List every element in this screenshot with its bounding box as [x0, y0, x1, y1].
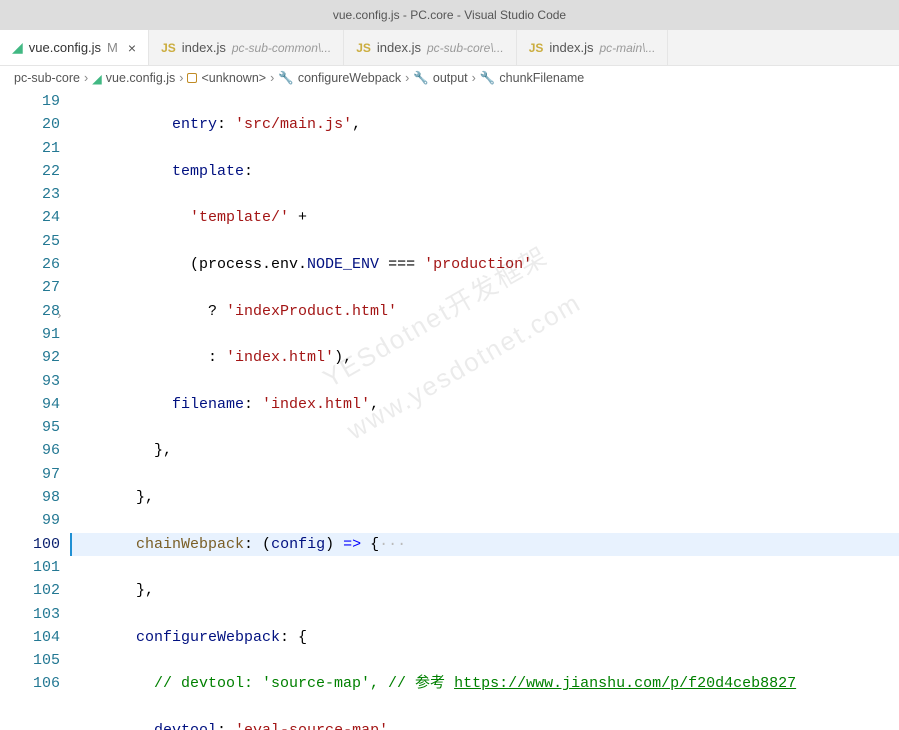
line-number: 104: [0, 626, 60, 649]
js-icon: JS: [529, 41, 544, 55]
line-number: 103: [0, 603, 60, 626]
code-line[interactable]: configureWebpack: {: [118, 626, 899, 649]
js-icon: JS: [161, 41, 176, 55]
line-number: 96: [0, 439, 60, 462]
chevron-right-icon: ›: [84, 71, 88, 85]
line-number: 28›: [0, 300, 60, 323]
code-line[interactable]: 'template/' +: [118, 206, 899, 229]
line-number: 23: [0, 183, 60, 206]
line-number: 102: [0, 579, 60, 602]
tab-path: pc-sub-common\...: [232, 41, 331, 55]
vue-icon: ◢: [12, 39, 23, 56]
breadcrumbs[interactable]: pc-sub-core › ◢ vue.config.js › <unknown…: [0, 66, 899, 90]
breadcrumb-symbol[interactable]: configureWebpack: [298, 71, 401, 85]
editor-tabs: ◢ vue.config.js M × JS index.js pc-sub-c…: [0, 30, 899, 66]
window-title: vue.config.js - PC.core - Visual Studio …: [333, 8, 566, 22]
code-line[interactable]: },: [118, 486, 899, 509]
chevron-right-icon: ›: [270, 71, 274, 85]
tab-label: index.js: [182, 40, 226, 55]
window-title-bar: vue.config.js - PC.core - Visual Studio …: [0, 0, 899, 30]
line-number-gutter: 19 20 21 22 23 24 25 26 27 28› 91 92 93 …: [0, 90, 72, 730]
line-number: 95: [0, 416, 60, 439]
line-number: 26: [0, 253, 60, 276]
line-number: 98: [0, 486, 60, 509]
line-number: 22: [0, 160, 60, 183]
tab-index-sub-common[interactable]: JS index.js pc-sub-common\...: [149, 30, 344, 65]
line-number: 94: [0, 393, 60, 416]
code-line[interactable]: : 'index.html'),: [118, 346, 899, 369]
breadcrumb-symbol[interactable]: chunkFilename: [499, 71, 584, 85]
line-number: 101: [0, 556, 60, 579]
tab-label: vue.config.js: [29, 40, 101, 55]
breadcrumb-file[interactable]: vue.config.js: [106, 71, 175, 85]
vue-icon: ◢: [92, 71, 102, 86]
code-line[interactable]: entry: 'src/main.js',: [118, 113, 899, 136]
code-line[interactable]: ? 'indexProduct.html': [118, 300, 899, 323]
code-line[interactable]: },: [118, 579, 899, 602]
tab-path: pc-sub-core\...: [427, 41, 504, 55]
line-number: 97: [0, 463, 60, 486]
code-line[interactable]: chainWebpack: (config) => {···: [72, 533, 899, 556]
line-number: 91: [0, 323, 60, 346]
line-number: 21: [0, 137, 60, 160]
line-number: 99: [0, 509, 60, 532]
chevron-right-icon: ›: [179, 71, 183, 85]
code-line[interactable]: },: [118, 439, 899, 462]
breadcrumb-symbol[interactable]: output: [433, 71, 468, 85]
line-number: 27: [0, 276, 60, 299]
code-line[interactable]: filename: 'index.html',: [118, 393, 899, 416]
close-icon[interactable]: ×: [128, 40, 136, 56]
tab-vue-config[interactable]: ◢ vue.config.js M ×: [0, 30, 149, 65]
chevron-right-icon[interactable]: ›: [56, 306, 63, 329]
line-number: 20: [0, 113, 60, 136]
tab-index-pc-main[interactable]: JS index.js pc-main\...: [517, 30, 669, 65]
code-line[interactable]: devtool: 'eval-source-map',: [118, 719, 899, 730]
code-line[interactable]: (process.env.NODE_ENV === 'production': [118, 253, 899, 276]
breadcrumb-symbol[interactable]: <unknown>: [201, 71, 266, 85]
tab-index-sub-core[interactable]: JS index.js pc-sub-core\...: [344, 30, 516, 65]
line-number: 25: [0, 230, 60, 253]
line-number: 19: [0, 90, 60, 113]
chevron-right-icon: ›: [472, 71, 476, 85]
wrench-icon: 🔧: [413, 71, 429, 86]
code-line[interactable]: // devtool: 'source-map', // 参考 https://…: [118, 672, 899, 695]
line-number: 105: [0, 649, 60, 672]
wrench-icon: 🔧: [278, 71, 294, 86]
line-number: 93: [0, 370, 60, 393]
tab-path: pc-main\...: [599, 41, 655, 55]
tab-label: index.js: [549, 40, 593, 55]
js-icon: JS: [356, 41, 371, 55]
code-content[interactable]: entry: 'src/main.js', template: 'templat…: [72, 90, 899, 730]
line-number: 100💡: [0, 533, 60, 556]
wrench-icon: 🔧: [480, 71, 496, 86]
symbol-icon: [187, 73, 197, 83]
line-number: 106: [0, 672, 60, 695]
chevron-right-icon: ›: [405, 71, 409, 85]
line-number: 92: [0, 346, 60, 369]
code-editor[interactable]: 19 20 21 22 23 24 25 26 27 28› 91 92 93 …: [0, 90, 899, 730]
tab-modified-indicator: M: [107, 40, 118, 55]
tab-label: index.js: [377, 40, 421, 55]
breadcrumb-folder[interactable]: pc-sub-core: [14, 71, 80, 85]
line-number: 24: [0, 206, 60, 229]
code-line[interactable]: template:: [118, 160, 899, 183]
